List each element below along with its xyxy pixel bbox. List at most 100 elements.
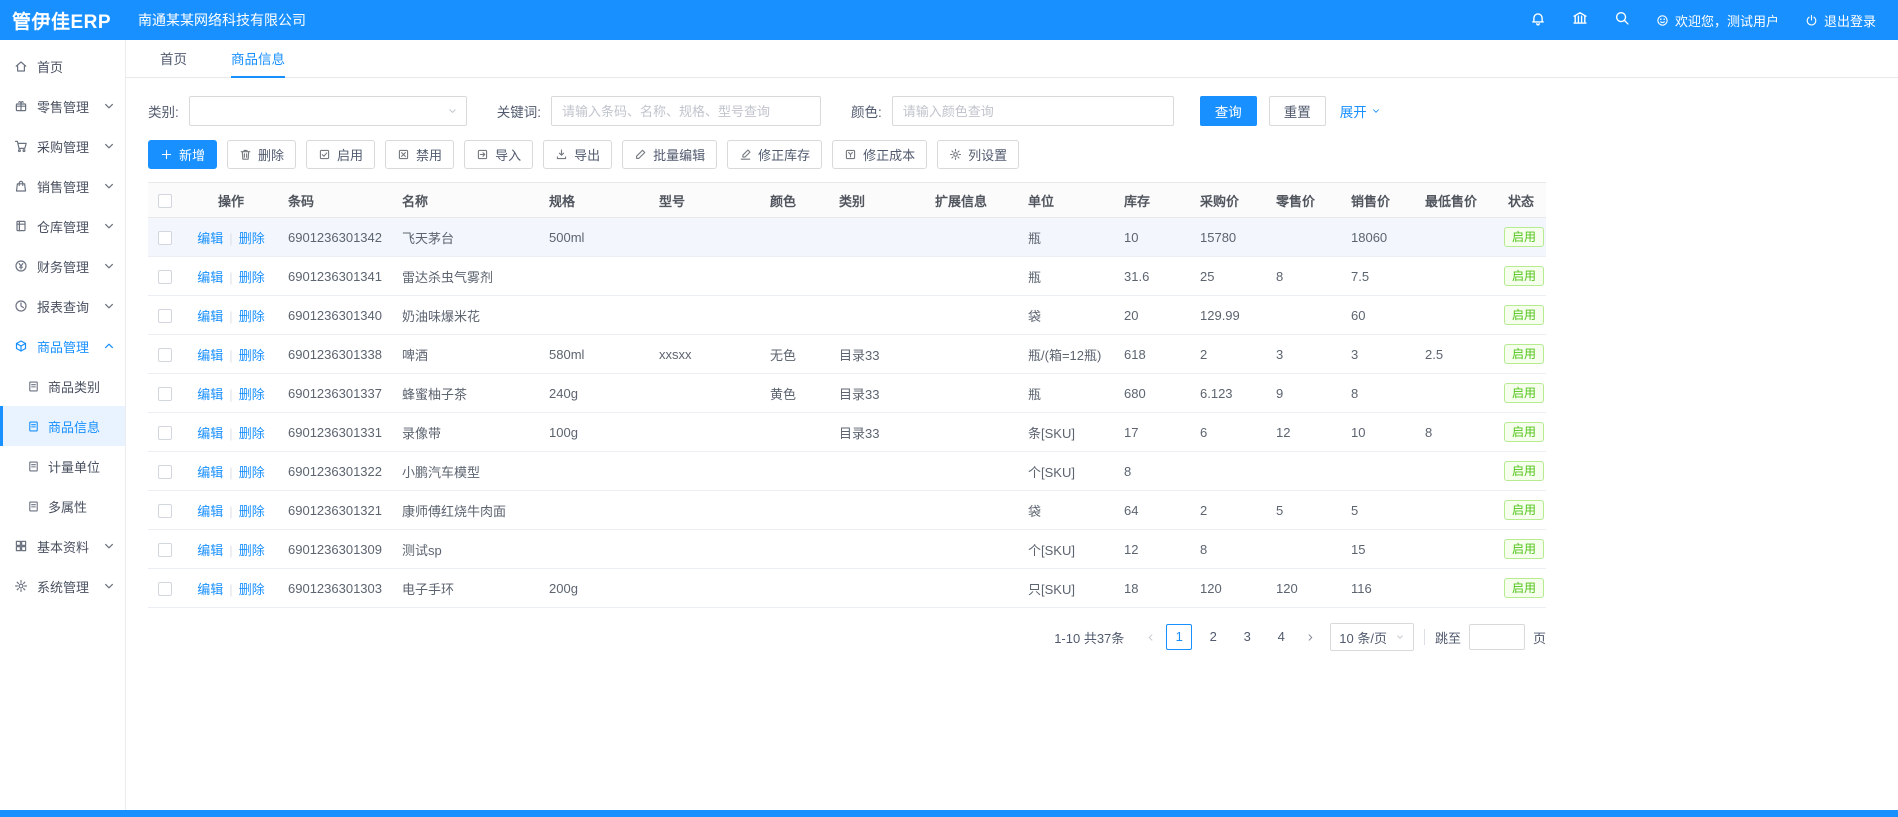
sidebar-item-purchase[interactable]: 采购管理 bbox=[0, 126, 125, 166]
sidebar-item-warehouse[interactable]: 仓库管理 bbox=[0, 206, 125, 246]
bank-icon[interactable] bbox=[1572, 10, 1588, 31]
edit-link[interactable]: 编辑 bbox=[197, 582, 223, 597]
page-size-select[interactable]: 10 条/页 bbox=[1330, 623, 1414, 651]
expand-link[interactable]: 展开 bbox=[1340, 101, 1381, 121]
column-settings-button[interactable]: 列设置 bbox=[937, 140, 1019, 169]
sidebar-subitem[interactable]: 多属性 bbox=[0, 486, 125, 526]
row-checkbox[interactable] bbox=[158, 348, 172, 362]
cell: 黄色 bbox=[762, 374, 831, 413]
next-page-button[interactable] bbox=[1298, 623, 1322, 651]
welcome-user[interactable]: 欢迎您，测试用户 bbox=[1656, 11, 1779, 30]
delete-link[interactable]: 删除 bbox=[239, 582, 265, 597]
row-checkbox[interactable] bbox=[158, 309, 172, 323]
bell-icon[interactable] bbox=[1530, 10, 1546, 31]
delete-link[interactable]: 删除 bbox=[239, 465, 265, 480]
cell: 10 bbox=[1343, 413, 1417, 452]
row-checkbox[interactable] bbox=[158, 426, 172, 440]
cell: 12 bbox=[1268, 413, 1343, 452]
row-actions: 编辑|删除 bbox=[182, 335, 280, 374]
row-checkbox[interactable] bbox=[158, 465, 172, 479]
enable-button[interactable]: 启用 bbox=[306, 140, 375, 169]
keyword-input[interactable] bbox=[551, 96, 821, 126]
import-button[interactable]: 导入 bbox=[464, 140, 533, 169]
sidebar-item-report[interactable]: 报表查询 bbox=[0, 286, 125, 326]
button-label: 批量编辑 bbox=[653, 145, 705, 164]
cell bbox=[651, 218, 762, 257]
page-3-button[interactable]: 3 bbox=[1234, 624, 1260, 650]
edit-link[interactable]: 编辑 bbox=[197, 426, 223, 441]
search-icon[interactable] bbox=[1614, 10, 1630, 31]
delete-link[interactable]: 删除 bbox=[239, 231, 265, 246]
edit-link[interactable]: 编辑 bbox=[197, 504, 223, 519]
row-checkbox[interactable] bbox=[158, 504, 172, 518]
delete-link[interactable]: 删除 bbox=[239, 426, 265, 441]
row-checkbox[interactable] bbox=[158, 582, 172, 596]
edit-link[interactable]: 编辑 bbox=[197, 543, 223, 558]
edit-link[interactable]: 编辑 bbox=[197, 348, 223, 363]
cell bbox=[831, 569, 927, 608]
sidebar-item-system[interactable]: 系统管理 bbox=[0, 566, 125, 606]
page-1-button[interactable]: 1 bbox=[1166, 624, 1192, 650]
sidebar-item-sale[interactable]: 销售管理 bbox=[0, 166, 125, 206]
sidebar-item-retail[interactable]: 零售管理 bbox=[0, 86, 125, 126]
prev-page-button[interactable] bbox=[1138, 623, 1162, 651]
edit-link[interactable]: 编辑 bbox=[197, 231, 223, 246]
button-label: 导入 bbox=[495, 145, 521, 164]
add-button[interactable]: 新增 bbox=[148, 140, 217, 169]
edit-link[interactable]: 编辑 bbox=[197, 270, 223, 285]
toolbar: 新增删除启用禁用 导入 导出 批量编辑 修正库存修正成本列设置 bbox=[148, 140, 1876, 169]
row-checkbox[interactable] bbox=[158, 543, 172, 557]
tab-product-info[interactable]: 商品信息 bbox=[231, 40, 285, 78]
cell bbox=[1268, 218, 1343, 257]
sidebar-item-product[interactable]: 商品管理 bbox=[0, 326, 125, 366]
page-4-button[interactable]: 4 bbox=[1268, 624, 1294, 650]
select-all-checkbox[interactable] bbox=[158, 194, 172, 208]
x-square-icon bbox=[397, 148, 410, 161]
fix-cost-button[interactable]: 修正成本 bbox=[832, 140, 927, 169]
cell: 10 bbox=[1116, 218, 1192, 257]
edit-link[interactable]: 编辑 bbox=[197, 387, 223, 402]
sidebar-item-basic[interactable]: 基本资料 bbox=[0, 526, 125, 566]
column-header: 型号 bbox=[651, 183, 762, 218]
welcome-text: 欢迎您，测试用户 bbox=[1675, 11, 1779, 30]
cell: 100g bbox=[541, 413, 651, 452]
sidebar-subitem[interactable]: 商品类别 bbox=[0, 366, 125, 406]
sidebar-subitem[interactable]: 商品信息 bbox=[0, 406, 125, 446]
sidebar-item-home[interactable]: 首页 bbox=[0, 46, 125, 86]
cell: 15 bbox=[1343, 530, 1417, 569]
jump-input[interactable] bbox=[1469, 624, 1525, 650]
tab-bar: 首页 商品信息 bbox=[126, 40, 1898, 78]
logout-button[interactable]: 退出登录 bbox=[1805, 11, 1876, 30]
delete-link[interactable]: 删除 bbox=[239, 270, 265, 285]
expand-text: 展开 bbox=[1340, 101, 1367, 121]
delete-link[interactable]: 删除 bbox=[239, 309, 265, 324]
sidebar-subitem-label: 商品类别 bbox=[48, 377, 100, 396]
tab-home[interactable]: 首页 bbox=[160, 40, 187, 78]
batch-edit-button[interactable]: 批量编辑 bbox=[622, 140, 717, 169]
cell bbox=[762, 413, 831, 452]
row-checkbox[interactable] bbox=[158, 270, 172, 284]
disable-button[interactable]: 禁用 bbox=[385, 140, 454, 169]
color-input[interactable] bbox=[892, 96, 1174, 126]
sidebar-subitem[interactable]: 计量单位 bbox=[0, 446, 125, 486]
edit-link[interactable]: 编辑 bbox=[197, 465, 223, 480]
edit-link[interactable]: 编辑 bbox=[197, 309, 223, 324]
reset-button[interactable]: 重置 bbox=[1269, 96, 1326, 126]
category-select[interactable] bbox=[189, 96, 467, 126]
delete-link[interactable]: 删除 bbox=[239, 387, 265, 402]
row-checkbox[interactable] bbox=[158, 387, 172, 401]
search-button[interactable]: 查询 bbox=[1200, 96, 1257, 126]
cell: 8 bbox=[1268, 257, 1343, 296]
row-checkbox[interactable] bbox=[158, 231, 172, 245]
delete-link[interactable]: 删除 bbox=[239, 543, 265, 558]
cell: 116 bbox=[1343, 569, 1417, 608]
delete-link[interactable]: 删除 bbox=[239, 348, 265, 363]
page-2-button[interactable]: 2 bbox=[1200, 624, 1226, 650]
delete-button[interactable]: 删除 bbox=[227, 140, 296, 169]
sidebar-item-finance[interactable]: 财务管理 bbox=[0, 246, 125, 286]
status-cell: 启用 bbox=[1496, 335, 1546, 374]
delete-link[interactable]: 删除 bbox=[239, 504, 265, 519]
export-button[interactable]: 导出 bbox=[543, 140, 612, 169]
fix-stock-button[interactable]: 修正库存 bbox=[727, 140, 822, 169]
table-row: 编辑|删除6901236301340奶油味爆米花袋20129.9960启用 bbox=[148, 296, 1546, 335]
